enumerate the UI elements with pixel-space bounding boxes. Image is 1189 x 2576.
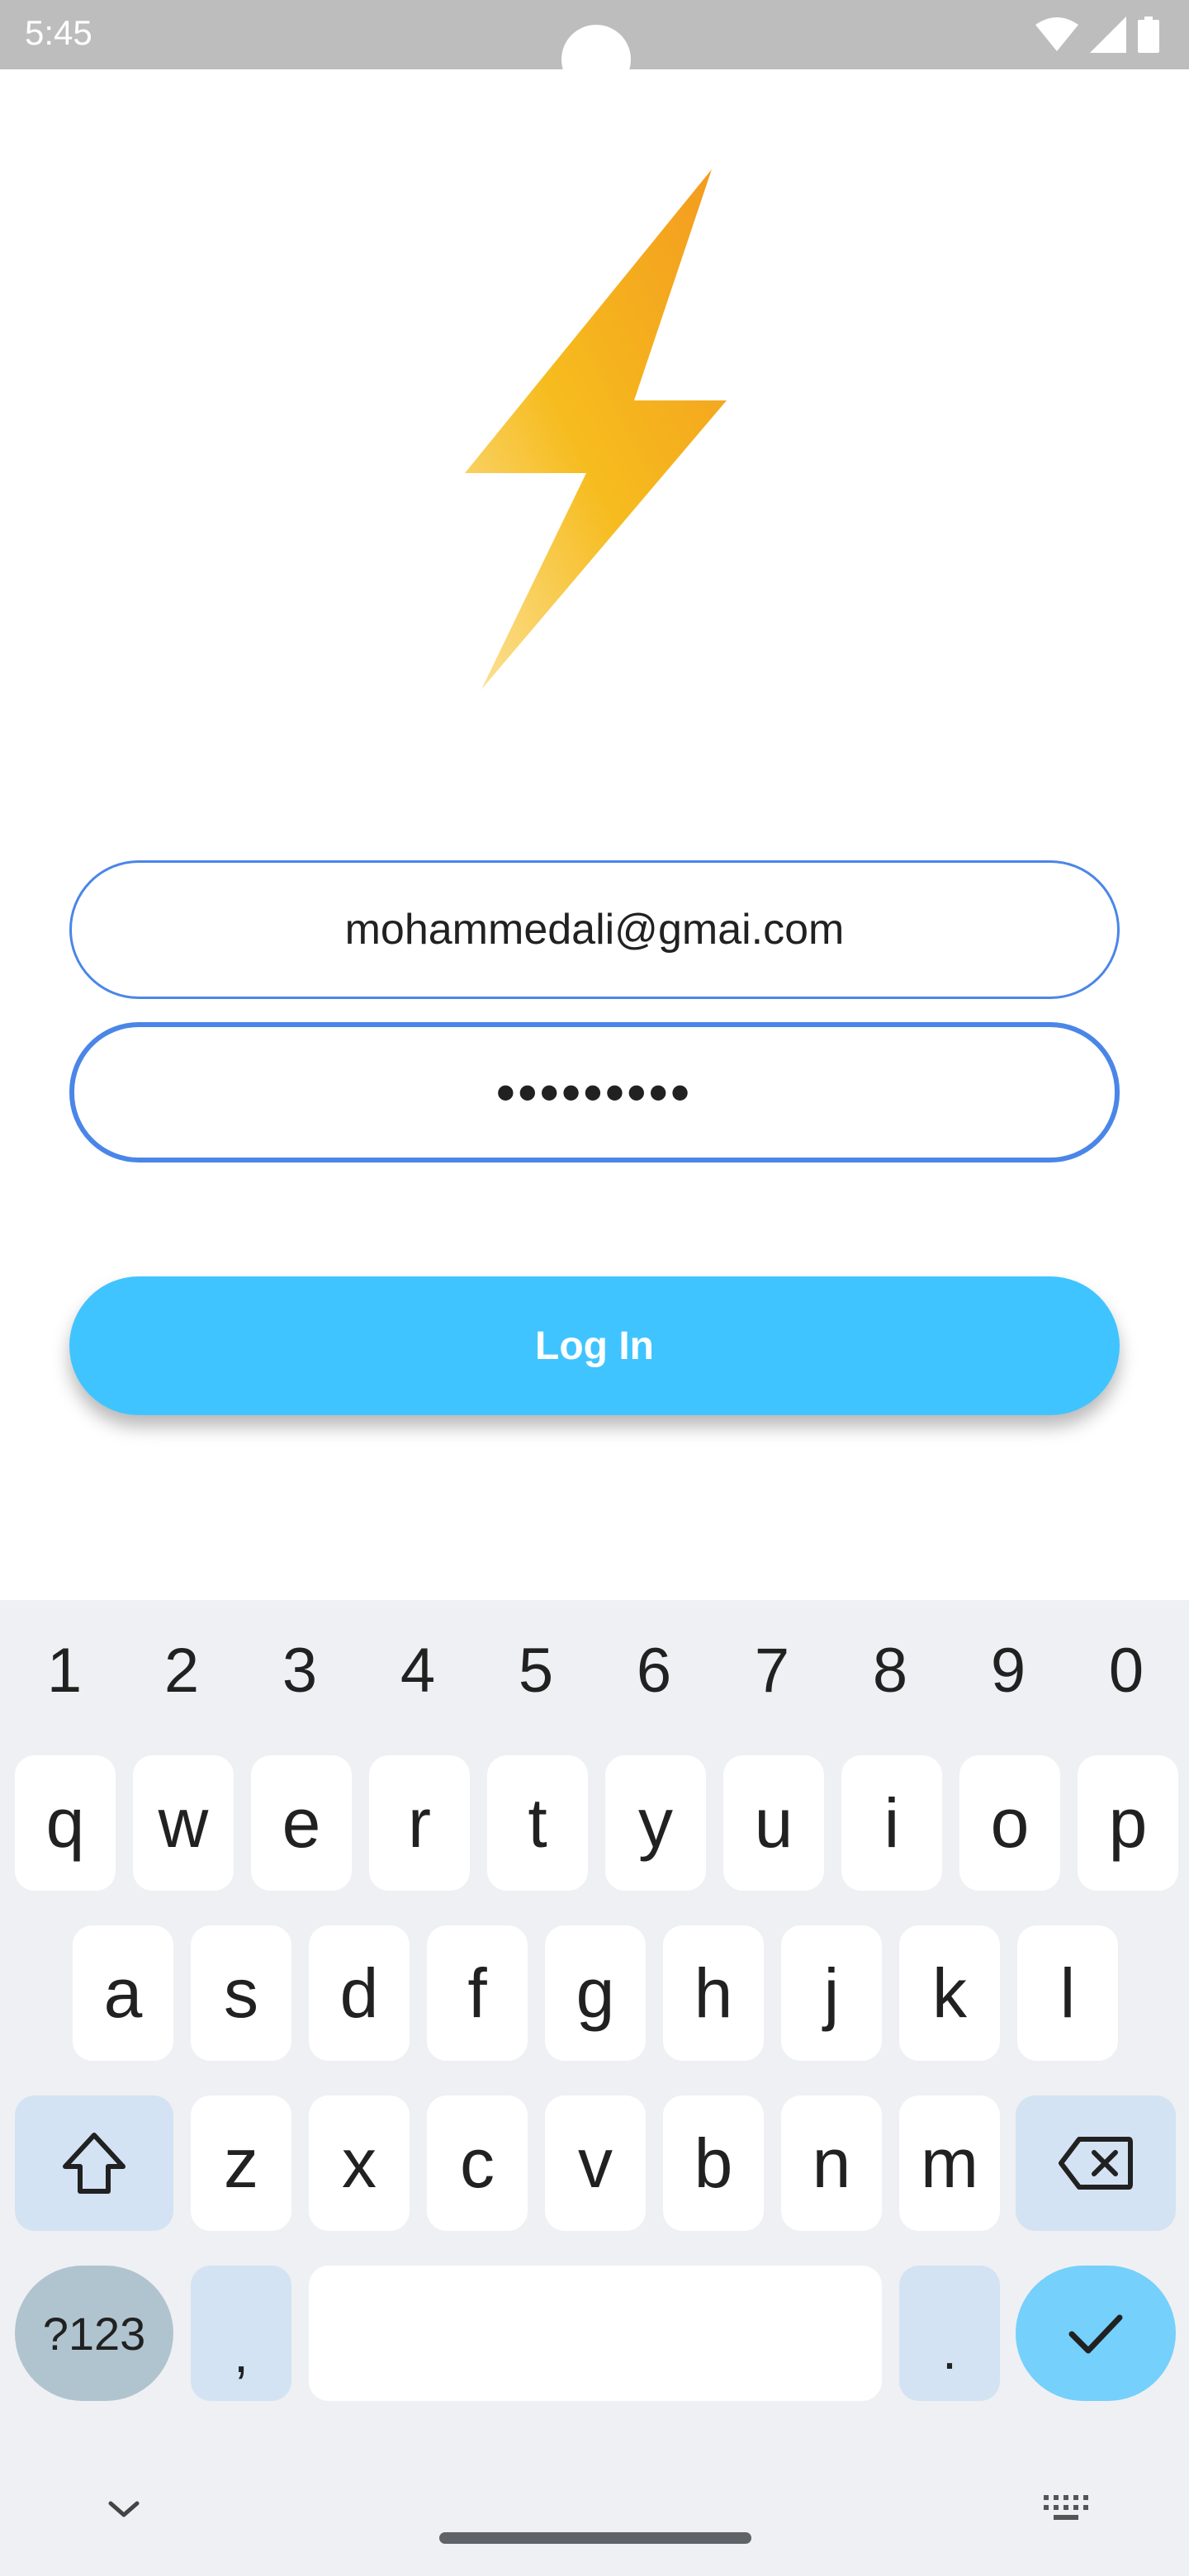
key-y[interactable]: y bbox=[605, 1755, 706, 1891]
key-s[interactable]: s bbox=[191, 1925, 291, 2061]
key-w[interactable]: w bbox=[133, 1755, 234, 1891]
key-o[interactable]: o bbox=[959, 1755, 1060, 1891]
camera-cutout bbox=[561, 25, 631, 94]
lightning-bolt-logo-icon bbox=[465, 169, 727, 689]
key-7[interactable]: 7 bbox=[722, 1635, 822, 1707]
soft-keyboard: 1 2 3 4 5 6 7 8 9 0 q w e r t y u i o p … bbox=[0, 1600, 1189, 2576]
key-h[interactable]: h bbox=[663, 1925, 764, 2061]
done-key[interactable] bbox=[1016, 2266, 1176, 2401]
key-2[interactable]: 2 bbox=[132, 1635, 231, 1707]
checkmark-icon bbox=[1068, 2314, 1123, 2354]
key-5[interactable]: 5 bbox=[486, 1635, 585, 1707]
key-j[interactable]: j bbox=[781, 1925, 882, 2061]
email-field-value: mohammedali@gmai.com bbox=[344, 906, 845, 954]
key-r[interactable]: r bbox=[369, 1755, 470, 1891]
key-k[interactable]: k bbox=[899, 1925, 1000, 2061]
backspace-icon bbox=[1059, 2137, 1133, 2190]
key-q[interactable]: q bbox=[15, 1755, 116, 1891]
password-field-value: ••••••••• bbox=[496, 1063, 693, 1122]
comma-key[interactable]: , bbox=[191, 2266, 291, 2401]
shift-arrow-icon bbox=[63, 2133, 126, 2194]
key-d[interactable]: d bbox=[309, 1925, 410, 2061]
period-key[interactable]: . bbox=[899, 2266, 1000, 2401]
key-6[interactable]: 6 bbox=[604, 1635, 703, 1707]
key-b[interactable]: b bbox=[663, 2095, 764, 2231]
email-field[interactable]: mohammedali@gmai.com bbox=[69, 860, 1120, 999]
keyboard-switcher-icon[interactable] bbox=[1042, 2493, 1088, 2526]
shift-key[interactable] bbox=[15, 2095, 173, 2231]
key-f[interactable]: f bbox=[427, 1925, 528, 2061]
key-3[interactable]: 3 bbox=[250, 1635, 349, 1707]
key-u[interactable]: u bbox=[723, 1755, 824, 1891]
key-0[interactable]: 0 bbox=[1077, 1635, 1176, 1707]
key-9[interactable]: 9 bbox=[959, 1635, 1058, 1707]
key-c[interactable]: c bbox=[427, 2095, 528, 2231]
key-v[interactable]: v bbox=[545, 2095, 646, 2231]
status-time: 5:45 bbox=[25, 13, 92, 52]
battery-icon bbox=[1138, 17, 1159, 53]
home-indicator[interactable] bbox=[439, 2532, 751, 2544]
wifi-icon bbox=[1035, 17, 1078, 53]
key-a[interactable]: a bbox=[73, 1925, 173, 2061]
key-8[interactable]: 8 bbox=[841, 1635, 940, 1707]
key-4[interactable]: 4 bbox=[368, 1635, 467, 1707]
key-x[interactable]: x bbox=[309, 2095, 410, 2231]
key-l[interactable]: l bbox=[1017, 1925, 1118, 2061]
key-i[interactable]: i bbox=[841, 1755, 942, 1891]
spacebar-key[interactable] bbox=[309, 2266, 882, 2401]
password-field[interactable]: ••••••••• bbox=[69, 1022, 1120, 1163]
backspace-key[interactable] bbox=[1016, 2095, 1176, 2231]
key-n[interactable]: n bbox=[781, 2095, 882, 2231]
key-z[interactable]: z bbox=[191, 2095, 291, 2231]
symbols-key[interactable]: ?123 bbox=[15, 2266, 173, 2401]
key-t[interactable]: t bbox=[487, 1755, 588, 1891]
keyboard-collapse-icon[interactable] bbox=[107, 2500, 140, 2520]
status-icons bbox=[1035, 15, 1159, 54]
key-1[interactable]: 1 bbox=[15, 1635, 114, 1707]
signal-icon bbox=[1090, 17, 1126, 53]
key-e[interactable]: e bbox=[251, 1755, 352, 1891]
login-button-label: Log In bbox=[535, 1324, 654, 1368]
key-p[interactable]: p bbox=[1078, 1755, 1178, 1891]
login-button[interactable]: Log In bbox=[69, 1276, 1120, 1415]
keyboard-number-row: 1 2 3 4 5 6 7 8 9 0 bbox=[0, 1635, 1189, 1706]
key-m[interactable]: m bbox=[899, 2095, 1000, 2231]
key-g[interactable]: g bbox=[545, 1925, 646, 2061]
